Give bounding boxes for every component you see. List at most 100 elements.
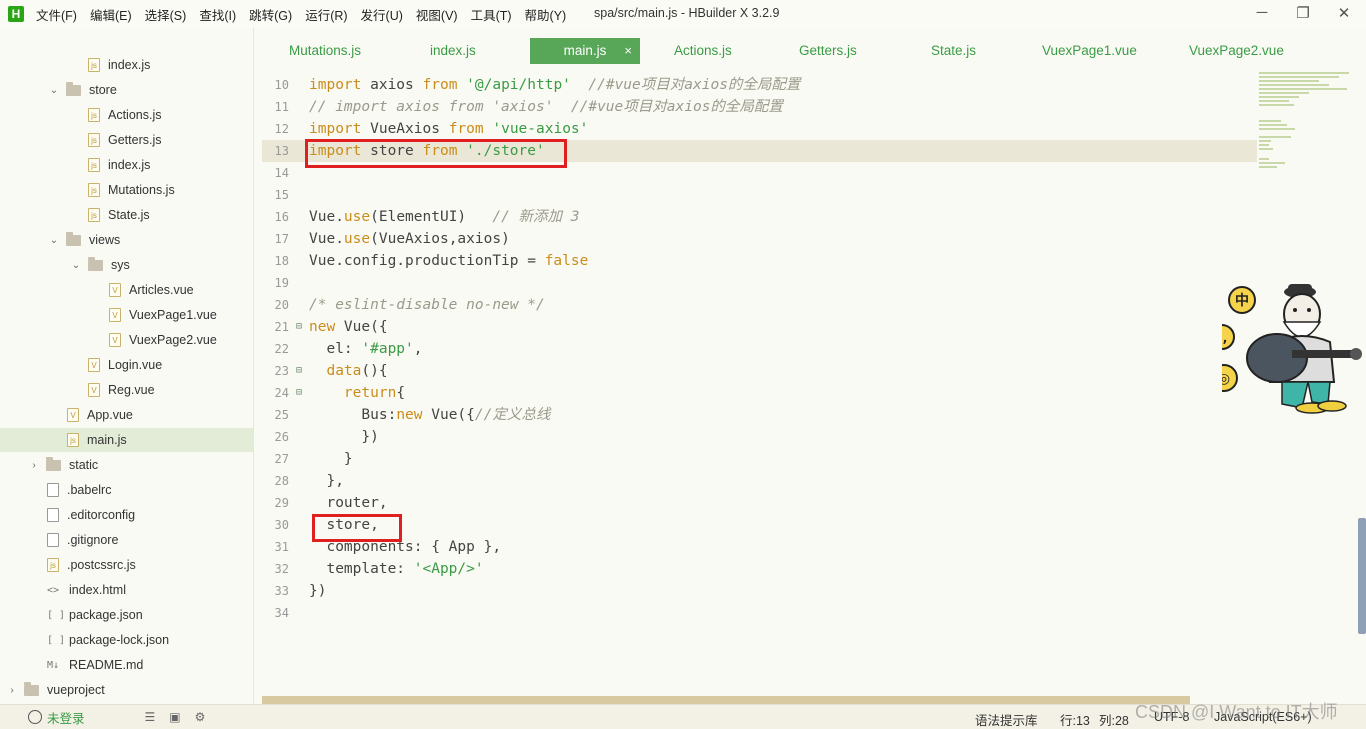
code-line[interactable]: 33}) bbox=[262, 580, 1257, 602]
menu-edit[interactable]: 编辑(E) bbox=[90, 5, 132, 24]
code-line[interactable]: 31 components: { App }, bbox=[262, 536, 1257, 558]
code-line[interactable]: 15 bbox=[262, 184, 1257, 206]
file-babelrc[interactable]: .babelrc bbox=[47, 478, 111, 502]
fold-toggle-icon[interactable]: ⊟ bbox=[296, 382, 302, 404]
js-file-icon: js bbox=[88, 58, 100, 72]
menu-goto[interactable]: 跳转(G) bbox=[249, 5, 292, 24]
file-vuexpage1-vue[interactable]: V VuexPage1.vue bbox=[109, 303, 217, 327]
file-getters-js[interactable]: js Getters.js bbox=[88, 128, 162, 152]
vue-file-icon: V bbox=[109, 308, 121, 322]
menu-publish[interactable]: 发行(U) bbox=[361, 5, 403, 24]
code-line[interactable]: 29 router, bbox=[262, 492, 1257, 514]
minimap-line bbox=[1259, 144, 1269, 146]
code-line[interactable]: 27 } bbox=[262, 448, 1257, 470]
editor-tab-bar: Mutations.js index.js main.js × Actions.j… bbox=[262, 38, 1366, 64]
close-icon[interactable]: ✕ bbox=[1334, 4, 1354, 22]
file-vuexpage2-vue[interactable]: V VuexPage2.vue bbox=[109, 328, 217, 352]
file-state-js[interactable]: js State.js bbox=[88, 203, 150, 227]
file-store-index-js[interactable]: js index.js bbox=[88, 153, 150, 177]
horizontal-scrollbar[interactable] bbox=[262, 696, 1190, 704]
code-line[interactable]: 32 template: '<App/>' bbox=[262, 558, 1257, 580]
line-number: 30 bbox=[274, 518, 289, 532]
code-line[interactable]: 19 bbox=[262, 272, 1257, 294]
js-file-icon: js bbox=[88, 208, 100, 222]
file-readme-md[interactable]: M↓ README.md bbox=[47, 653, 143, 677]
tab-index-js[interactable]: index.js bbox=[430, 38, 476, 64]
file-index-js[interactable]: js index.js bbox=[88, 53, 150, 77]
file-mutations-js[interactable]: js Mutations.js bbox=[88, 178, 175, 202]
fold-toggle-icon[interactable]: ⊟ bbox=[296, 316, 302, 338]
menu-find[interactable]: 查找(I) bbox=[199, 5, 236, 24]
menu-view[interactable]: 视图(V) bbox=[416, 5, 458, 24]
code-line[interactable]: 25 Bus:new Vue({//定义总线 bbox=[262, 404, 1257, 426]
tree-item-label: README.md bbox=[69, 658, 144, 672]
code-line[interactable]: 34 bbox=[262, 602, 1257, 624]
minimize-icon[interactable]: ─ bbox=[1252, 4, 1272, 21]
tab-vuexpage2-vue[interactable]: VuexPage2.vue bbox=[1189, 38, 1284, 64]
menu-tools[interactable]: 工具(T) bbox=[471, 5, 512, 24]
menu-file[interactable]: 文件(F) bbox=[36, 5, 77, 24]
list-icon[interactable]: ☰ bbox=[145, 710, 156, 724]
fold-toggle-icon[interactable]: ⊟ bbox=[296, 360, 302, 382]
file-app-vue[interactable]: V App.vue bbox=[67, 403, 133, 427]
folder-sys[interactable]: ⌄ sys bbox=[70, 253, 130, 277]
minimap-line bbox=[1259, 104, 1294, 106]
code-line[interactable]: 20 /* eslint-disable no-new */ bbox=[262, 294, 1257, 316]
maximize-icon[interactable]: ❐ bbox=[1293, 4, 1313, 22]
user-icon[interactable] bbox=[28, 710, 42, 724]
menu-run[interactable]: 运行(R) bbox=[305, 5, 347, 24]
tab-vuexpage1-vue[interactable]: VuexPage1.vue bbox=[1042, 38, 1137, 64]
menu-help[interactable]: 帮助(Y) bbox=[525, 5, 567, 24]
code-line[interactable]: 16 Vue.use(ElementUI) // 新添加 3 bbox=[262, 206, 1257, 228]
tab-state-js[interactable]: State.js bbox=[931, 38, 976, 64]
minimap-line bbox=[1259, 124, 1287, 126]
file-articles-vue[interactable]: V Articles.vue bbox=[109, 278, 194, 302]
cursor-row: 行:13 bbox=[1060, 714, 1090, 728]
tab-main-js[interactable]: main.js × bbox=[530, 38, 640, 64]
file-package-lock-json[interactable]: [ ] package-lock.json bbox=[47, 628, 169, 652]
file-actions-js[interactable]: js Actions.js bbox=[88, 103, 162, 127]
folder-static[interactable]: › static bbox=[28, 453, 98, 477]
code-line[interactable]: 26 }) bbox=[262, 426, 1257, 448]
code-line[interactable]: 24 ⊟ return{ bbox=[262, 382, 1257, 404]
code-line[interactable]: 23 ⊟ data(){ bbox=[262, 360, 1257, 382]
menu-select[interactable]: 选择(S) bbox=[145, 5, 187, 24]
code-line[interactable]: 12 import VueAxios from 'vue-axios' bbox=[262, 118, 1257, 140]
code-line[interactable]: 17 Vue.use(VueAxios,axios) bbox=[262, 228, 1257, 250]
tab-actions-js[interactable]: Actions.js bbox=[674, 38, 732, 64]
code-line[interactable]: 10 import axios from '@/api/http' //#vue项… bbox=[262, 74, 1257, 96]
tab-close-icon[interactable]: × bbox=[624, 38, 632, 64]
folder-views[interactable]: ⌄ views bbox=[48, 228, 120, 252]
code-line[interactable]: 22 el: '#app', bbox=[262, 338, 1257, 360]
file-gitignore[interactable]: .gitignore bbox=[47, 528, 118, 552]
file-main-js[interactable]: js main.js bbox=[0, 428, 253, 452]
tab-getters-js[interactable]: Getters.js bbox=[799, 38, 857, 64]
file-postcssrc-js[interactable]: js .postcssrc.js bbox=[47, 553, 136, 577]
folder-store[interactable]: ⌄ store bbox=[48, 78, 117, 102]
tab-mutations-js[interactable]: Mutations.js bbox=[289, 38, 361, 64]
tree-item-label: store bbox=[89, 83, 117, 97]
plugin-icon[interactable]: ⚙ bbox=[195, 710, 206, 724]
line-number: 25 bbox=[274, 408, 289, 422]
file-package-json[interactable]: [ ] package.json bbox=[47, 603, 143, 627]
line-number: 16 bbox=[274, 210, 289, 224]
terminal-icon[interactable]: ▣ bbox=[169, 710, 180, 724]
code-line[interactable]: 18 Vue.config.productionTip = false bbox=[262, 250, 1257, 272]
tree-item-label: Getters.js bbox=[108, 133, 162, 147]
file-reg-vue[interactable]: V Reg.vue bbox=[88, 378, 155, 402]
file-index-html[interactable]: <> index.html bbox=[47, 578, 126, 602]
code-text: Bus:new Vue({//定义总线 bbox=[309, 407, 551, 423]
syntax-library[interactable]: 语法提示库 bbox=[975, 710, 1038, 729]
js-file-icon: js bbox=[47, 558, 59, 572]
vertical-scrollbar[interactable] bbox=[1358, 518, 1366, 634]
code-line[interactable]: 11 // import axios from 'axios' //#vue项目对… bbox=[262, 96, 1257, 118]
file-login-vue[interactable]: V Login.vue bbox=[88, 353, 162, 377]
project-vueproject[interactable]: › vueproject bbox=[6, 678, 105, 702]
code-line[interactable]: 28 }, bbox=[262, 470, 1257, 492]
minimap[interactable] bbox=[1257, 68, 1357, 178]
file-editorconfig[interactable]: .editorconfig bbox=[47, 503, 135, 527]
login-status[interactable]: 未登录 bbox=[47, 708, 85, 727]
code-line[interactable]: 30 store, bbox=[262, 514, 1257, 536]
code-line[interactable]: 21 ⊟ new Vue({ bbox=[262, 316, 1257, 338]
line-number: 21 bbox=[274, 320, 289, 334]
